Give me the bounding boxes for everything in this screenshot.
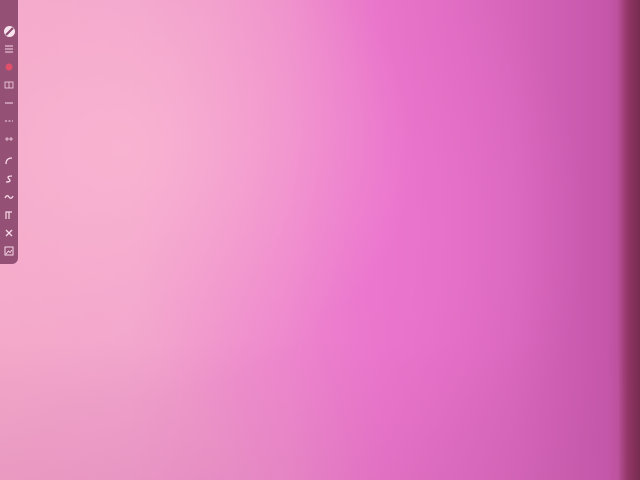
right-edge-panel (618, 0, 640, 480)
ruler-icon[interactable] (0, 130, 18, 148)
curve-icon[interactable] (0, 152, 18, 170)
menu-icon[interactable] (0, 40, 18, 58)
no-entry-icon[interactable] (0, 22, 18, 40)
line-icon[interactable] (0, 94, 18, 112)
cross-icon[interactable] (0, 224, 18, 242)
canvas-shade (0, 340, 640, 480)
branch-icon[interactable] (0, 206, 18, 224)
s-curve-icon[interactable] (0, 170, 18, 188)
record-dot-icon[interactable] (0, 58, 18, 76)
left-toolbar (0, 0, 18, 264)
grid-icon[interactable] (0, 76, 18, 94)
wave-icon[interactable] (0, 188, 18, 206)
image-icon[interactable] (0, 242, 18, 260)
dash-icon[interactable] (0, 112, 18, 130)
